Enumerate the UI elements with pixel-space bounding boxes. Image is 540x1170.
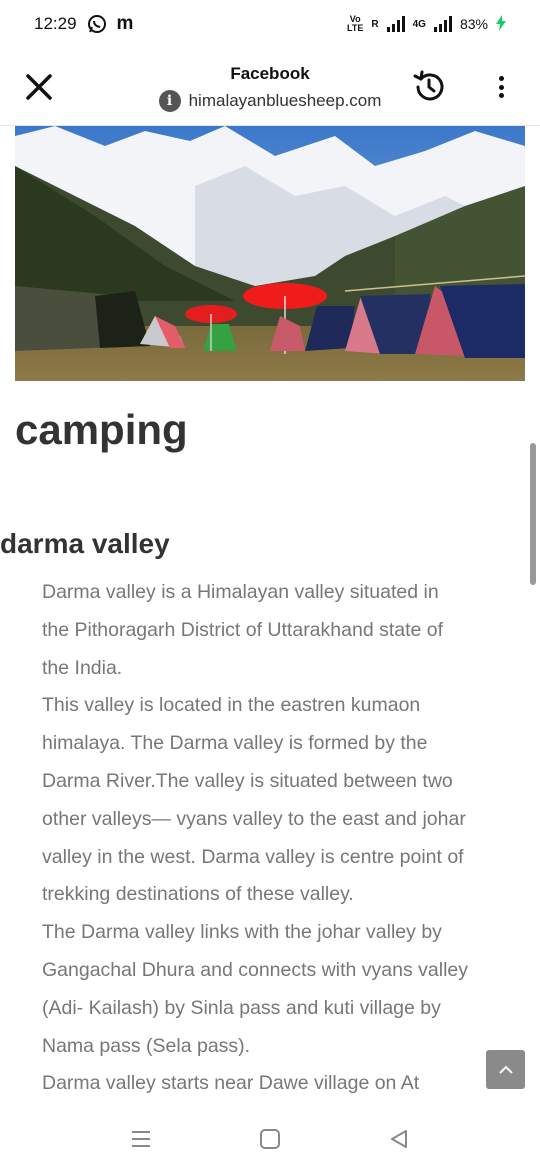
more-icon-dot [498,84,504,90]
status-time: 12:29 [34,14,77,33]
text-line: valley in the west. Darma valley is cent… [42,845,464,868]
signal-icon [386,16,405,32]
battery-level: 83% [459,16,488,32]
status-bar: 12:29 m Vo LTE R 4G 83% [0,0,540,48]
url-row[interactable]: i himalayanbluesheep.com [120,90,420,112]
text-line: This valley is located in the eastren ku… [42,694,421,717]
charging-icon [496,14,506,34]
history-button[interactable] [410,68,448,106]
text-line: (Adi- Kailash) by Sinla pass and kuti vi… [42,996,441,1019]
volte-icon: Vo LTE [347,14,364,33]
signal-icon-2 [433,16,452,32]
back-icon [391,1130,407,1148]
browser-toolbar: Facebook i himalayanbluesheep.com [0,48,540,126]
text-line: The Darma valley links with the johar va… [42,921,442,944]
text-line: trekking destinations of these valley. [42,883,354,906]
camping-photo [15,126,525,381]
home-button[interactable] [257,1126,283,1152]
arrow-up-icon [498,1065,513,1074]
text-line: the India. [42,656,123,679]
text-line: Darma valley is a Himalayan valley situa… [42,581,439,603]
recent-apps-button[interactable] [128,1126,154,1152]
back-button[interactable] [386,1126,412,1152]
text-line: other valleys— vyans valley to the east … [42,807,466,830]
section-heading: darma valley [0,528,170,559]
close-button[interactable] [22,70,56,104]
close-icon [26,74,52,100]
whatsapp-icon [87,14,107,34]
page-title: Facebook [230,64,310,83]
text-line: Gangachal Dhura and connects with vyans … [42,958,468,981]
more-options-button[interactable] [488,72,514,102]
scrollbar-thumb[interactable] [530,443,536,585]
text-line: the Pithoragarh District of Uttarakhand … [42,618,444,641]
history-icon [413,70,444,101]
text-line: himalaya. The Darma valley is formed by … [42,732,428,755]
text-line: Darma valley starts near Dawe village on… [42,1072,420,1095]
page-heading: camping [15,406,188,453]
more-icon-dot [498,93,504,98]
text-line: Nama pass (Sela pass). [42,1034,251,1057]
back-to-top-button[interactable] [486,1050,525,1089]
url-text: himalayanbluesheep.com [188,91,382,110]
page-title-area: Facebook i himalayanbluesheep.com [120,64,420,112]
text-line: Darma River.The valley is situated betwe… [42,769,453,792]
network-type: 4G [412,18,426,30]
article-body: Darma valley is a Himalayan valley situa… [42,574,512,1103]
network-label: R [371,18,379,30]
info-icon[interactable]: i [158,90,181,112]
menu-icon [132,1131,150,1147]
m-notification-icon: m [116,13,134,34]
more-icon-dot [498,76,504,81]
home-icon [260,1129,280,1149]
system-nav-bar [0,1108,540,1170]
